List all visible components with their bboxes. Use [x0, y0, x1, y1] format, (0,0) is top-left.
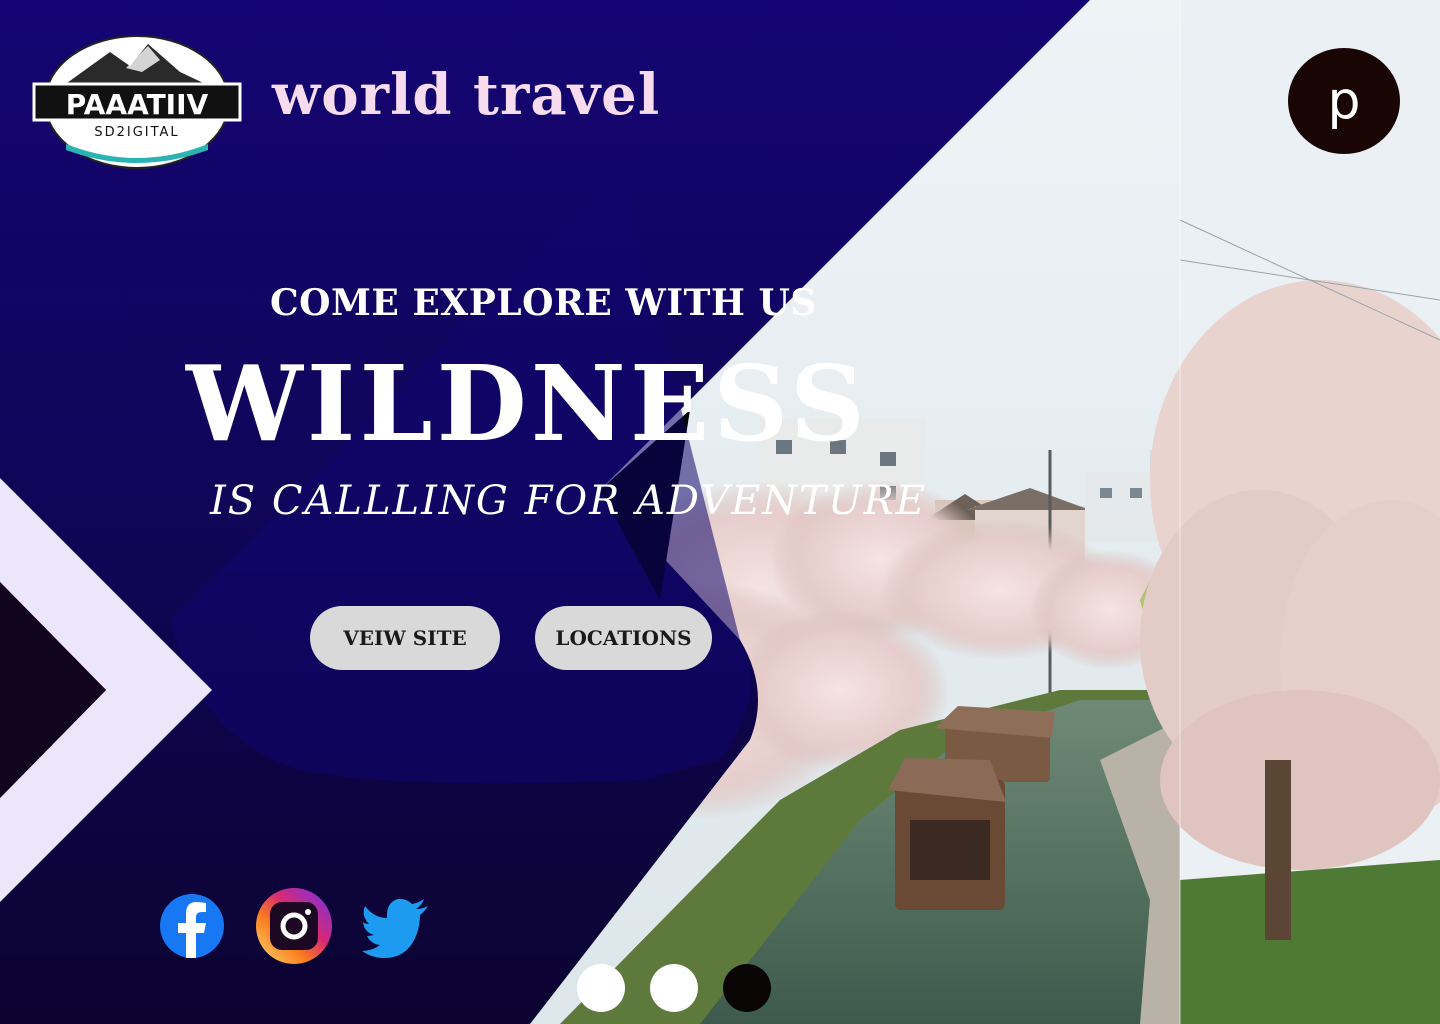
carousel-dot-2[interactable]: [650, 964, 698, 1012]
carousel-dot-1[interactable]: [577, 964, 625, 1012]
instagram-icon[interactable]: [256, 888, 332, 964]
facebook-icon[interactable]: [156, 888, 232, 964]
site-title: world travel: [272, 62, 661, 128]
locations-button[interactable]: LOCATIONS: [535, 606, 712, 670]
logo-main-text: PAAATIIV: [66, 88, 209, 121]
hero-headline: WILDNESS: [186, 342, 870, 465]
hero-subline: IS CALLLING FOR ADVENTURE: [210, 478, 927, 524]
hero-tagline: COME EXPLORE WITH US: [270, 282, 817, 324]
view-site-button[interactable]: VEIW SITE: [310, 606, 500, 670]
logo-sub-text: SD2IGITAL: [94, 125, 179, 140]
twitter-icon[interactable]: [358, 888, 434, 964]
profile-button[interactable]: p: [1288, 48, 1400, 154]
company-logo[interactable]: PAAATIIV SD2IGITAL: [30, 32, 244, 172]
carousel-dot-3-active[interactable]: [723, 964, 771, 1012]
